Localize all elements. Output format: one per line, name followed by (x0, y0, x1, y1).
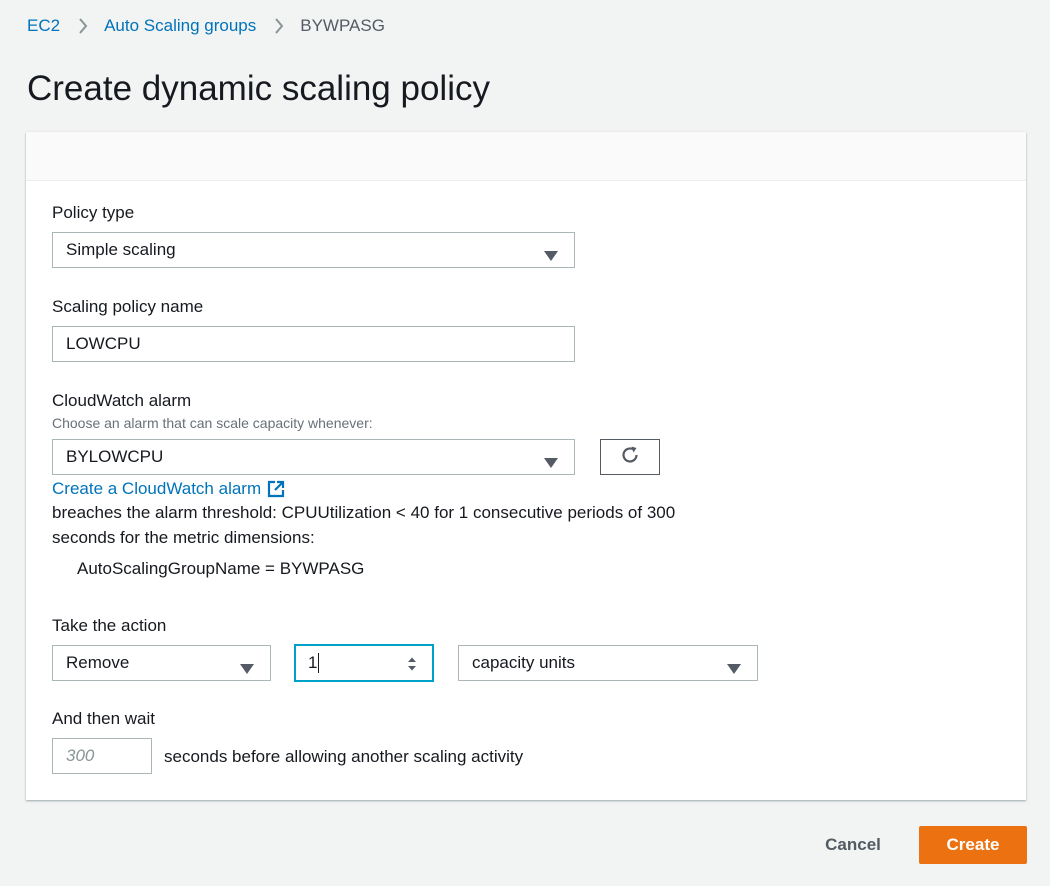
create-button[interactable]: Create (919, 826, 1027, 864)
policy-form-panel: Policy type Simple scaling Scaling polic… (26, 132, 1026, 800)
alarm-breach-text-line2: seconds for the metric dimensions: (52, 528, 315, 547)
breadcrumb: EC2 Auto Scaling groups BYWPASG (27, 14, 385, 38)
breadcrumb-ec2-link[interactable]: EC2 (27, 16, 60, 36)
action-amount-value: 1 (308, 653, 318, 672)
chevron-right-icon (274, 18, 284, 34)
cloudwatch-alarm-description: Choose an alarm that can scale capacity … (52, 415, 373, 431)
breadcrumb-current: BYWPASG (300, 16, 385, 35)
action-operation-value: Remove (66, 653, 130, 672)
breadcrumb-asg-link[interactable]: Auto Scaling groups (104, 16, 256, 36)
action-unit-select[interactable]: capacity units (458, 645, 758, 681)
wait-label: And then wait (52, 709, 156, 728)
cloudwatch-alarm-label: CloudWatch alarm (52, 391, 192, 410)
alarm-breach-text-line1: breaches the alarm threshold: CPUUtiliza… (52, 503, 676, 522)
action-unit-value: capacity units (472, 653, 575, 672)
caret-down-icon (544, 246, 558, 266)
chevron-right-icon (78, 18, 88, 34)
refresh-icon (619, 444, 641, 471)
alarm-metric-dimension: AutoScalingGroupName = BYWPASG (77, 559, 365, 578)
take-action-label: Take the action (52, 616, 167, 635)
policy-type-label: Policy type (52, 203, 135, 222)
text-cursor (318, 653, 320, 673)
cloudwatch-alarm-value: BYLOWCPU (66, 447, 164, 466)
policy-type-value: Simple scaling (66, 240, 176, 259)
cancel-button[interactable]: Cancel (808, 826, 898, 864)
action-operation-select[interactable]: Remove (52, 645, 271, 681)
create-cloudwatch-alarm-label: Create a CloudWatch alarm (52, 479, 262, 498)
panel-header (26, 132, 1026, 181)
caret-down-icon (240, 659, 254, 679)
cooldown-suffix-text: seconds before allowing another scaling … (164, 747, 524, 766)
policy-type-select[interactable]: Simple scaling (52, 232, 575, 268)
policy-name-input[interactable]: LOWCPU (52, 326, 575, 362)
caret-down-icon (544, 453, 558, 473)
cloudwatch-alarm-select[interactable]: BYLOWCPU (52, 439, 575, 475)
policy-name-label: Scaling policy name (52, 297, 204, 316)
action-amount-input[interactable]: 1 (294, 644, 434, 682)
page-title: Create dynamic scaling policy (27, 69, 490, 108)
external-link-icon (267, 480, 285, 498)
number-spinner-icon[interactable] (407, 656, 417, 672)
refresh-alarms-button[interactable] (600, 439, 660, 475)
caret-down-icon (727, 659, 741, 679)
cooldown-seconds-input[interactable]: 300 (52, 738, 152, 774)
create-cloudwatch-alarm-link[interactable]: Create a CloudWatch alarm (52, 478, 285, 500)
